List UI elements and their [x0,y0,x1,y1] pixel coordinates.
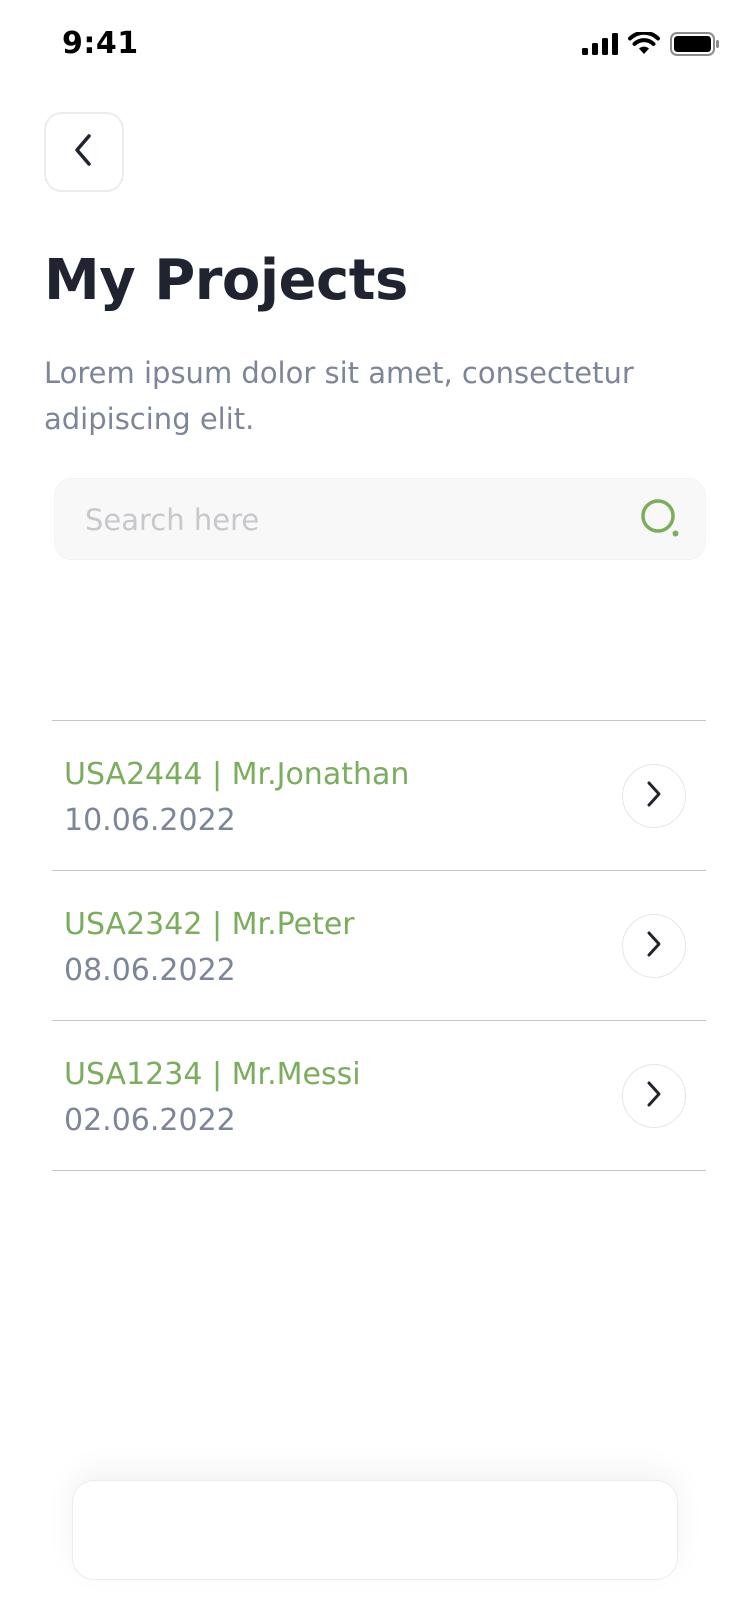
status-bar: 9:41 [0,0,750,94]
project-title: USA1234 | Mr.Messi [64,1057,361,1092]
project-item[interactable]: USA2444 | Mr.Jonathan 10.06.2022 [52,721,706,871]
chevron-left-icon [70,132,98,172]
chevron-right-icon [644,779,664,813]
project-title: USA2444 | Mr.Jonathan [64,757,410,792]
status-time: 9:41 [62,26,139,61]
project-list: USA2444 | Mr.Jonathan 10.06.2022 USA2342… [52,720,706,1171]
project-date: 02.06.2022 [64,1103,236,1138]
project-date: 10.06.2022 [64,803,236,838]
open-project-button[interactable] [622,1064,686,1128]
status-icons [582,30,720,60]
search-icon[interactable] [639,497,683,541]
open-project-button[interactable] [622,914,686,978]
search-box[interactable] [54,478,706,561]
project-date: 08.06.2022 [64,953,236,988]
project-title: USA2342 | Mr.Peter [64,907,355,942]
battery-icon [670,32,720,60]
wifi-icon [628,30,660,60]
search-input[interactable] [83,479,607,561]
open-project-button[interactable] [622,764,686,828]
page-title: My Projects [44,248,408,313]
chevron-right-icon [644,929,664,963]
chevron-right-icon [644,1079,664,1113]
page-subtitle: Lorem ipsum dolor sit amet, consectetur … [44,356,634,436]
bottom-card [72,1480,678,1580]
back-button[interactable] [44,112,124,192]
signal-icon [582,33,618,59]
project-item[interactable]: USA2342 | Mr.Peter 08.06.2022 [52,871,706,1021]
project-item[interactable]: USA1234 | Mr.Messi 02.06.2022 [52,1021,706,1171]
